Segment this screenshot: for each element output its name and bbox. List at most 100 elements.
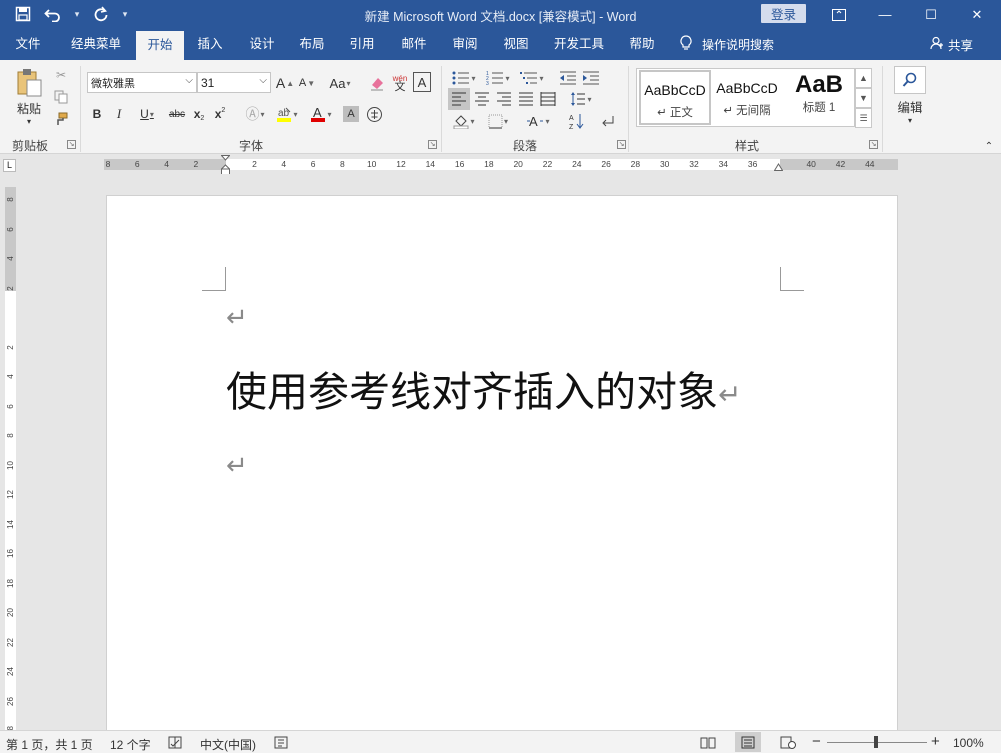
zoom-out-button[interactable]: − <box>812 733 821 750</box>
shading-button[interactable]: ▾ <box>448 110 480 132</box>
undo-icon[interactable] <box>40 3 66 25</box>
styles-launcher-icon[interactable]: ↘ <box>869 140 878 149</box>
editing-button[interactable]: 编辑 <box>890 98 930 115</box>
editing-dropdown-icon[interactable]: ▾ <box>903 115 917 125</box>
cut-icon[interactable]: ✂ <box>52 66 70 84</box>
italic-button[interactable]: I <box>110 104 128 124</box>
ruler-tick: 12 <box>396 159 406 169</box>
borders-button[interactable]: ▾ <box>482 110 514 132</box>
sort-icon[interactable]: AZ <box>566 110 588 132</box>
highlight-color-button[interactable]: ab ▾ <box>272 104 302 124</box>
collapse-ribbon-icon[interactable]: ⌃ <box>982 140 996 152</box>
character-shading-button[interactable]: A <box>343 106 359 122</box>
tab-insert[interactable]: 插入 <box>188 29 232 60</box>
zoom-slider-thumb[interactable] <box>874 736 878 748</box>
share-button[interactable]: 共享 <box>930 29 973 60</box>
paste-dropdown-icon[interactable]: ▾ <box>22 116 36 126</box>
tab-mailings[interactable]: 邮件 <box>392 29 436 60</box>
clipboard-launcher-icon[interactable]: ↘ <box>67 140 76 149</box>
tell-me-search[interactable]: 操作说明搜索 <box>680 29 774 60</box>
distributed-button[interactable] <box>537 88 559 110</box>
styles-more-icon[interactable]: ☰ <box>855 108 872 128</box>
font-launcher-icon[interactable]: ↘ <box>428 140 437 149</box>
tab-classic-menu[interactable]: 经典菜单 <box>60 29 132 60</box>
ruler-tick: 40 <box>806 159 816 169</box>
underline-button[interactable]: U ▾ <box>132 104 162 124</box>
styles-scroll-up-icon[interactable]: ▲ <box>855 68 872 88</box>
format-painter-icon[interactable] <box>52 110 70 128</box>
bullets-button[interactable]: ▾ <box>448 68 480 88</box>
read-mode-icon[interactable] <box>695 732 721 752</box>
style-normal[interactable]: AaBbCcD ↵ 正文 <box>639 70 711 125</box>
vertical-ruler[interactable]: 8642246810121416182022242628 <box>5 187 16 735</box>
tab-file[interactable]: 文件 <box>4 29 52 60</box>
page-count[interactable]: 第 1 页，共 1 页 <box>6 736 93 753</box>
numbering-button[interactable]: 1 2 3 ▾ <box>482 68 514 88</box>
tab-review[interactable]: 审阅 <box>443 29 487 60</box>
font-color-button[interactable]: A ▾ <box>306 104 336 124</box>
ruler-tick: 32 <box>689 159 699 169</box>
line-spacing-button[interactable]: ▾ <box>566 88 596 110</box>
paragraph-launcher-icon[interactable]: ↘ <box>617 140 626 149</box>
subscript-button[interactable]: x2 <box>190 104 208 124</box>
paste-button[interactable]: 粘贴 <box>10 100 48 116</box>
language-status[interactable]: 中文(中国) <box>200 736 256 753</box>
zoom-level[interactable]: 100% <box>953 736 984 750</box>
strikethrough-button[interactable]: abc <box>166 104 188 124</box>
minimize-button[interactable]: — <box>862 0 908 29</box>
save-icon[interactable] <box>10 3 36 25</box>
find-icon[interactable] <box>894 66 926 94</box>
web-layout-icon[interactable] <box>775 732 801 752</box>
asian-layout-button[interactable]: A ▾ <box>522 110 554 132</box>
enclose-characters-icon[interactable] <box>364 104 384 124</box>
tab-references[interactable]: 引用 <box>340 29 384 60</box>
show-paragraph-marks-icon[interactable] <box>597 110 619 132</box>
superscript-button[interactable]: x2 <box>211 104 229 124</box>
undo-dropdown-icon[interactable]: ▾ <box>70 3 84 25</box>
align-right-button[interactable] <box>493 88 515 110</box>
paste-icon[interactable] <box>12 68 46 98</box>
login-button[interactable]: 登录 <box>761 4 806 23</box>
font-size-combo[interactable]: 31 ⌵ <box>197 72 271 93</box>
zoom-in-button[interactable]: + <box>931 733 940 750</box>
clear-formatting-icon[interactable] <box>366 72 388 94</box>
increase-indent-icon[interactable] <box>581 68 601 88</box>
ruler-tick: 10 <box>6 460 15 470</box>
text-effects-button[interactable]: Ⓐ ▾ <box>240 104 270 124</box>
style-heading-1[interactable]: AaB 标题 1 <box>783 70 855 125</box>
tab-home[interactable]: 开始 <box>136 31 184 60</box>
style-no-spacing[interactable]: AaBbCcD ↵ 无间隔 <box>711 70 783 125</box>
grow-font-button[interactable]: A ▲ <box>275 72 295 94</box>
shrink-font-button[interactable]: A ▼ <box>297 72 317 94</box>
copy-icon[interactable] <box>52 88 70 106</box>
font-name-combo[interactable]: 微软雅黑 ⌵ <box>87 72 197 93</box>
tab-developer[interactable]: 开发工具 <box>548 29 610 60</box>
right-indent-marker[interactable] <box>774 163 783 171</box>
word-count[interactable]: 12 个字 <box>110 736 151 753</box>
svg-text:Z: Z <box>569 124 574 130</box>
close-button[interactable]: ✕ <box>954 0 1000 29</box>
tab-design[interactable]: 设计 <box>240 29 284 60</box>
tab-view[interactable]: 视图 <box>494 29 538 60</box>
character-border-button[interactable]: A <box>413 72 431 92</box>
align-center-button[interactable] <box>471 88 493 110</box>
tab-layout[interactable]: 布局 <box>290 29 334 60</box>
proofing-icon[interactable] <box>168 736 182 752</box>
document-heading[interactable]: 使用参考线对齐插入的对象↵ <box>226 366 741 421</box>
decrease-indent-icon[interactable] <box>558 68 578 88</box>
redo-icon[interactable] <box>88 3 114 25</box>
tab-help[interactable]: 帮助 <box>620 29 664 60</box>
multilevel-list-button[interactable]: ▾ <box>516 68 548 88</box>
maximize-button[interactable]: ☐ <box>908 0 954 29</box>
tab-selector[interactable]: L <box>3 159 16 172</box>
ribbon-display-options-icon[interactable] <box>816 0 862 29</box>
customize-qat-icon[interactable]: ▾ <box>118 3 132 25</box>
print-layout-icon[interactable] <box>735 732 761 752</box>
change-case-button[interactable]: Aa ▾ <box>325 72 355 94</box>
styles-scroll-down-icon[interactable]: ▼ <box>855 88 872 108</box>
phonetic-guide-button[interactable]: wén 文 <box>390 72 410 94</box>
bold-button[interactable]: B <box>88 104 106 124</box>
align-left-button[interactable] <box>448 88 470 110</box>
justify-button[interactable] <box>515 88 537 110</box>
macro-record-icon[interactable] <box>274 736 288 752</box>
